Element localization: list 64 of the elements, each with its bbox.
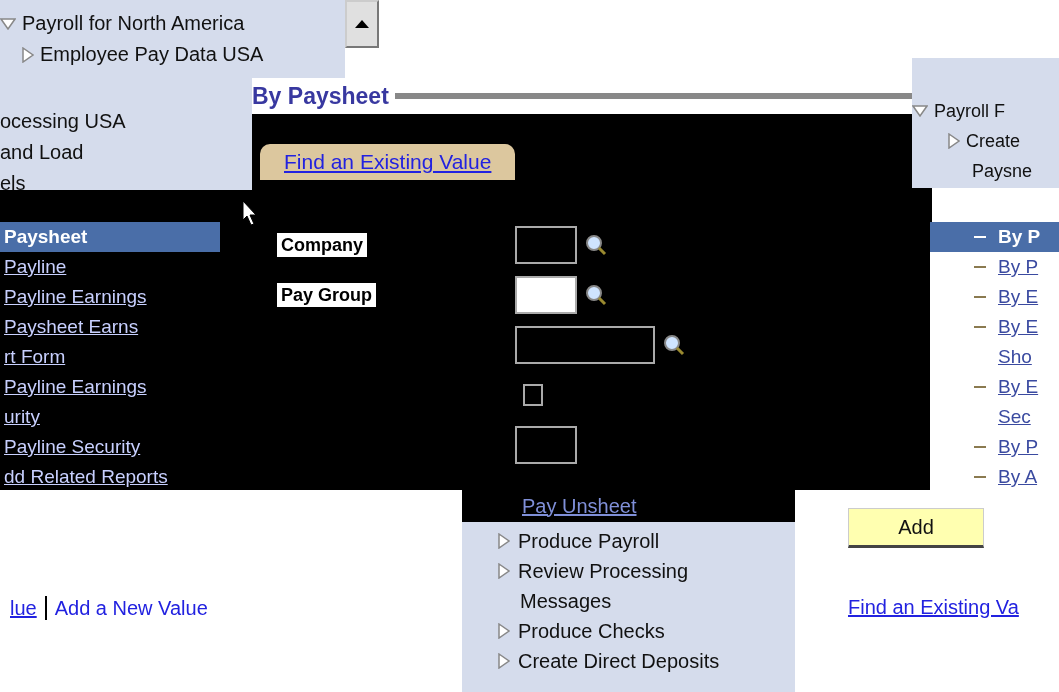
triangle-right-icon[interactable] — [948, 133, 960, 149]
menu-item[interactable]: By P — [930, 222, 1059, 252]
dash-icon — [974, 326, 986, 328]
menu-item[interactable]: Paysheet Earns — [0, 312, 220, 342]
menu-item[interactable]: urity — [0, 402, 220, 432]
tab[interactable]: Find an Existing Value — [260, 144, 516, 180]
search-icon[interactable] — [585, 284, 607, 306]
dash-icon — [974, 446, 986, 448]
tree-item[interactable]: Employee Pay Data USA — [40, 43, 264, 66]
menu-item[interactable]: By P — [930, 432, 1059, 462]
tree-item[interactable]: Create — [966, 130, 1021, 152]
tree-item[interactable]: ocessing USA — [0, 110, 126, 133]
menu-item[interactable]: Produce Checks — [518, 619, 665, 643]
menu-item[interactable]: Payline Earnings — [0, 282, 220, 312]
menu-item[interactable]: Payline Security — [0, 432, 220, 462]
menu-item[interactable]: rt Form — [0, 342, 220, 372]
menu-item[interactable]: By E — [930, 312, 1059, 342]
checkbox[interactable] — [523, 384, 543, 406]
menu-item[interactable]: Messages — [520, 589, 612, 613]
triangle-right-icon[interactable] — [498, 533, 510, 549]
menu-item[interactable]: Payline Earnings — [0, 372, 220, 402]
menu-item[interactable]: Review Processing — [518, 559, 689, 583]
field-label: Pay Group — [277, 282, 377, 307]
dash-icon — [974, 296, 986, 298]
triangle-right-icon[interactable] — [498, 563, 510, 579]
menu-item[interactable]: By A — [930, 462, 1059, 492]
triangle-right-icon[interactable] — [498, 653, 510, 669]
tree-item[interactable]: Payroll for North America — [22, 12, 245, 35]
triangle-right-icon[interactable] — [22, 46, 34, 63]
input-field[interactable] — [515, 326, 655, 364]
tree-item[interactable]: Paysne — [972, 160, 1033, 182]
add-button[interactable]: Add — [848, 508, 984, 548]
tree-item[interactable]: and Load — [0, 141, 84, 164]
menu-item[interactable]: By E — [930, 372, 1059, 402]
link[interactable]: Add a New Value — [54, 596, 208, 620]
menu-item[interactable]: Create Direct Deposits — [518, 649, 720, 673]
menu-item[interactable]: By P — [930, 252, 1059, 282]
tree-item[interactable]: els — [0, 172, 26, 190]
triangle-up-icon — [354, 19, 370, 29]
triangle-down-icon[interactable] — [0, 17, 16, 30]
menu-item[interactable]: dd Related Reports — [0, 462, 220, 492]
triangle-down-icon[interactable] — [912, 105, 928, 117]
input-field[interactable] — [515, 276, 577, 314]
dash-icon — [974, 476, 986, 478]
scroll-up-button[interactable] — [345, 0, 379, 48]
tree-item[interactable]: Payroll F — [934, 100, 1005, 122]
dash-icon — [974, 386, 986, 388]
input-field[interactable] — [515, 226, 577, 264]
link[interactable]: Find an Existing Va — [848, 596, 1019, 619]
page-title: By Paysheet — [252, 82, 389, 110]
search-icon[interactable] — [585, 234, 607, 256]
dash-icon — [974, 266, 986, 268]
triangle-right-icon[interactable] — [498, 623, 510, 639]
dash-icon — [974, 236, 986, 238]
menu-item[interactable]: Produce Payroll — [518, 529, 660, 553]
menu-item[interactable]: By E — [930, 282, 1059, 312]
input-field[interactable] — [515, 426, 577, 464]
menu-item[interactable]: Paysheet — [0, 222, 220, 252]
menu-item[interactable]: Sho — [930, 342, 1059, 372]
menu-item[interactable]: Sec — [930, 402, 1059, 432]
menu-item[interactable]: Payline — [0, 252, 220, 282]
link[interactable]: lue — [10, 596, 37, 620]
field-label: Company — [277, 232, 367, 257]
search-icon[interactable] — [663, 334, 685, 356]
